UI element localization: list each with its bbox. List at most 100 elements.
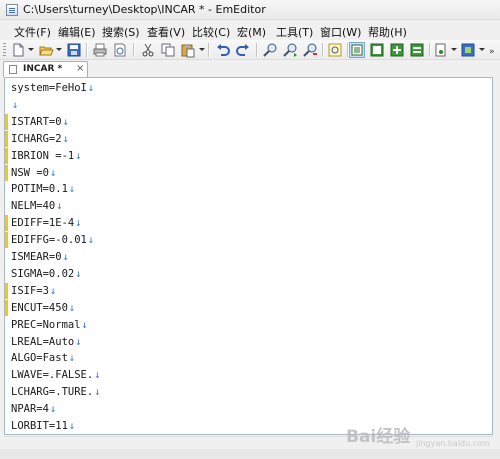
redo-icon[interactable] (235, 42, 251, 58)
toolbar-separator (429, 43, 430, 57)
editor-line[interactable]: LORBIT=11↓ (11, 418, 75, 434)
menu-view[interactable]: 查看(V) (147, 24, 185, 40)
menu-compare[interactable]: 比较(C) (192, 24, 230, 40)
editor-line[interactable]: PREC=Normal↓ (11, 317, 88, 333)
print-preview-icon[interactable] (112, 42, 128, 58)
line-text: EDIFFG=-0.01 (11, 234, 87, 247)
line-text: ALGO=Fast (11, 352, 68, 365)
editor-line[interactable]: EDIFF=1E-4↓ (11, 215, 82, 231)
app-icon (6, 4, 18, 16)
line-text: ISTART=0 (11, 115, 62, 128)
plugin-dropdown-icon[interactable] (451, 48, 457, 51)
find-icon[interactable] (262, 42, 278, 58)
menu-window[interactable]: 窗口(W) (320, 24, 361, 40)
newline-marker-icon: ↓ (62, 132, 69, 145)
editor-line[interactable]: ICHARG=2↓ (11, 131, 69, 147)
newline-marker-icon: ↓ (81, 318, 88, 331)
newline-marker-icon: ↓ (49, 284, 57, 297)
editor-line[interactable]: POTIM=0.1↓ (11, 181, 75, 197)
open-dropdown-icon[interactable] (56, 48, 62, 51)
editor-line[interactable]: ALGO=Fast↓ (11, 350, 75, 366)
modified-line-marker (5, 113, 8, 130)
toolbar-separator (322, 43, 323, 57)
editor-line[interactable]: system=FeHoI↓ (11, 80, 94, 96)
editor-line[interactable]: ISTART=0↓ (11, 114, 69, 130)
editor-line[interactable]: NELM=40↓ (11, 198, 63, 214)
modified-line-marker (5, 215, 8, 232)
editor-line[interactable]: LWAVE=.FALSE.↓ (11, 367, 101, 383)
line-text: PREC=Normal (11, 318, 81, 331)
menu-help[interactable]: 帮助(H) (368, 24, 407, 40)
newline-marker-icon: ↓ (75, 217, 82, 230)
line-text: SIGMA=0.02 (11, 267, 75, 280)
newline-marker-icon: ↓ (94, 369, 101, 382)
replace-icon[interactable] (302, 42, 318, 58)
tab-bar: INCAR * × (0, 60, 500, 77)
view-mode-2-icon[interactable] (369, 42, 385, 58)
newline-marker-icon: ↓ (75, 149, 82, 162)
menu-tools[interactable]: 工具(T) (276, 24, 313, 40)
line-text: NSW =0 (11, 166, 49, 179)
text-editor[interactable]: system=FeHoI↓ ↓ ISTART=0↓ ICHARG=2↓ IBRION =… (4, 77, 493, 435)
plugin-icon[interactable] (433, 42, 449, 58)
highlight-icon[interactable] (327, 42, 343, 58)
paste-dropdown-icon[interactable] (199, 48, 205, 51)
undo-icon[interactable] (215, 42, 231, 58)
watermark-logo: Bai经验 (346, 427, 411, 447)
editor-line[interactable]: ENCUT=450↓ (11, 300, 75, 316)
editor-line[interactable]: IBRION =-1↓ (11, 148, 82, 164)
newline-marker-icon: ↓ (68, 352, 76, 365)
menu-bar: 文件(F) 编辑(E) 搜索(S) 查看(V) 比较(C) 宏(M) 工具(T)… (0, 20, 500, 40)
save-icon[interactable] (66, 42, 82, 58)
menu-file[interactable]: 文件(F) (14, 24, 51, 40)
close-icon[interactable]: × (76, 63, 84, 74)
watermark-url: jingyan.baidu.com (416, 439, 490, 448)
newline-marker-icon: ↓ (87, 82, 95, 94)
toolbar-grip[interactable] (3, 43, 6, 57)
macro-icon[interactable] (460, 42, 476, 58)
new-file-icon[interactable] (10, 42, 26, 58)
menu-edit[interactable]: 编辑(E) (58, 24, 96, 40)
newline-marker-icon: ↓ (68, 420, 76, 432)
editor-line[interactable]: ISMEAR=0↓ (11, 249, 69, 265)
macro-dropdown-icon[interactable] (479, 48, 485, 51)
newline-marker-icon: ↓ (94, 386, 101, 399)
line-text: LCHARG=.TURE. (11, 386, 94, 399)
cut-icon[interactable] (140, 42, 156, 58)
title-bar: C:\Users\turney\Desktop\INCAR * - EmEdit… (0, 0, 500, 20)
new-dropdown-icon[interactable] (28, 48, 34, 51)
tab-incar[interactable]: INCAR * × (3, 61, 88, 77)
window-title: C:\Users\turney\Desktop\INCAR * - EmEdit… (23, 3, 266, 16)
editor-line[interactable]: ↓ (11, 97, 18, 113)
menu-macro[interactable]: 宏(M) (237, 24, 266, 40)
toolbar-overflow-icon[interactable]: » (489, 47, 495, 57)
newline-marker-icon: ↓ (75, 267, 82, 280)
line-text: LWAVE=.FALSE. (11, 369, 94, 382)
newline-marker-icon: ↓ (68, 301, 76, 314)
editor-line[interactable]: SIGMA=0.02↓ (11, 266, 82, 282)
file-icon (9, 65, 17, 74)
modified-line-marker (5, 147, 8, 164)
editor-line[interactable]: NPAR=4↓ (11, 401, 56, 417)
editor-line[interactable]: LREAL=Auto↓ (11, 334, 82, 350)
view-mode-1-icon[interactable] (349, 42, 365, 58)
editor-line[interactable]: LCHARG=.TURE.↓ (11, 384, 101, 400)
newline-marker-icon: ↓ (68, 183, 76, 196)
copy-icon[interactable] (160, 42, 176, 58)
line-text: ENCUT=450 (11, 301, 68, 314)
menu-search[interactable]: 搜索(S) (102, 24, 140, 40)
editor-line[interactable]: NSW =0↓ (11, 165, 56, 181)
editor-line[interactable]: EDIFFG=-0.01↓ (11, 232, 94, 248)
line-text: NELM=40 (11, 200, 56, 213)
toolbar-separator (347, 43, 348, 57)
open-folder-icon[interactable] (38, 42, 54, 58)
line-text: POTIM=0.1 (11, 183, 68, 196)
find-next-icon[interactable] (282, 42, 298, 58)
newline-marker-icon: ↓ (49, 166, 57, 179)
view-mode-4-icon[interactable] (409, 42, 425, 58)
view-mode-3-icon[interactable] (389, 42, 405, 58)
paste-icon[interactable] (180, 42, 196, 58)
modified-line-marker (5, 130, 8, 147)
print-icon[interactable] (92, 42, 108, 58)
editor-line[interactable]: ISIF=3↓ (11, 283, 56, 299)
